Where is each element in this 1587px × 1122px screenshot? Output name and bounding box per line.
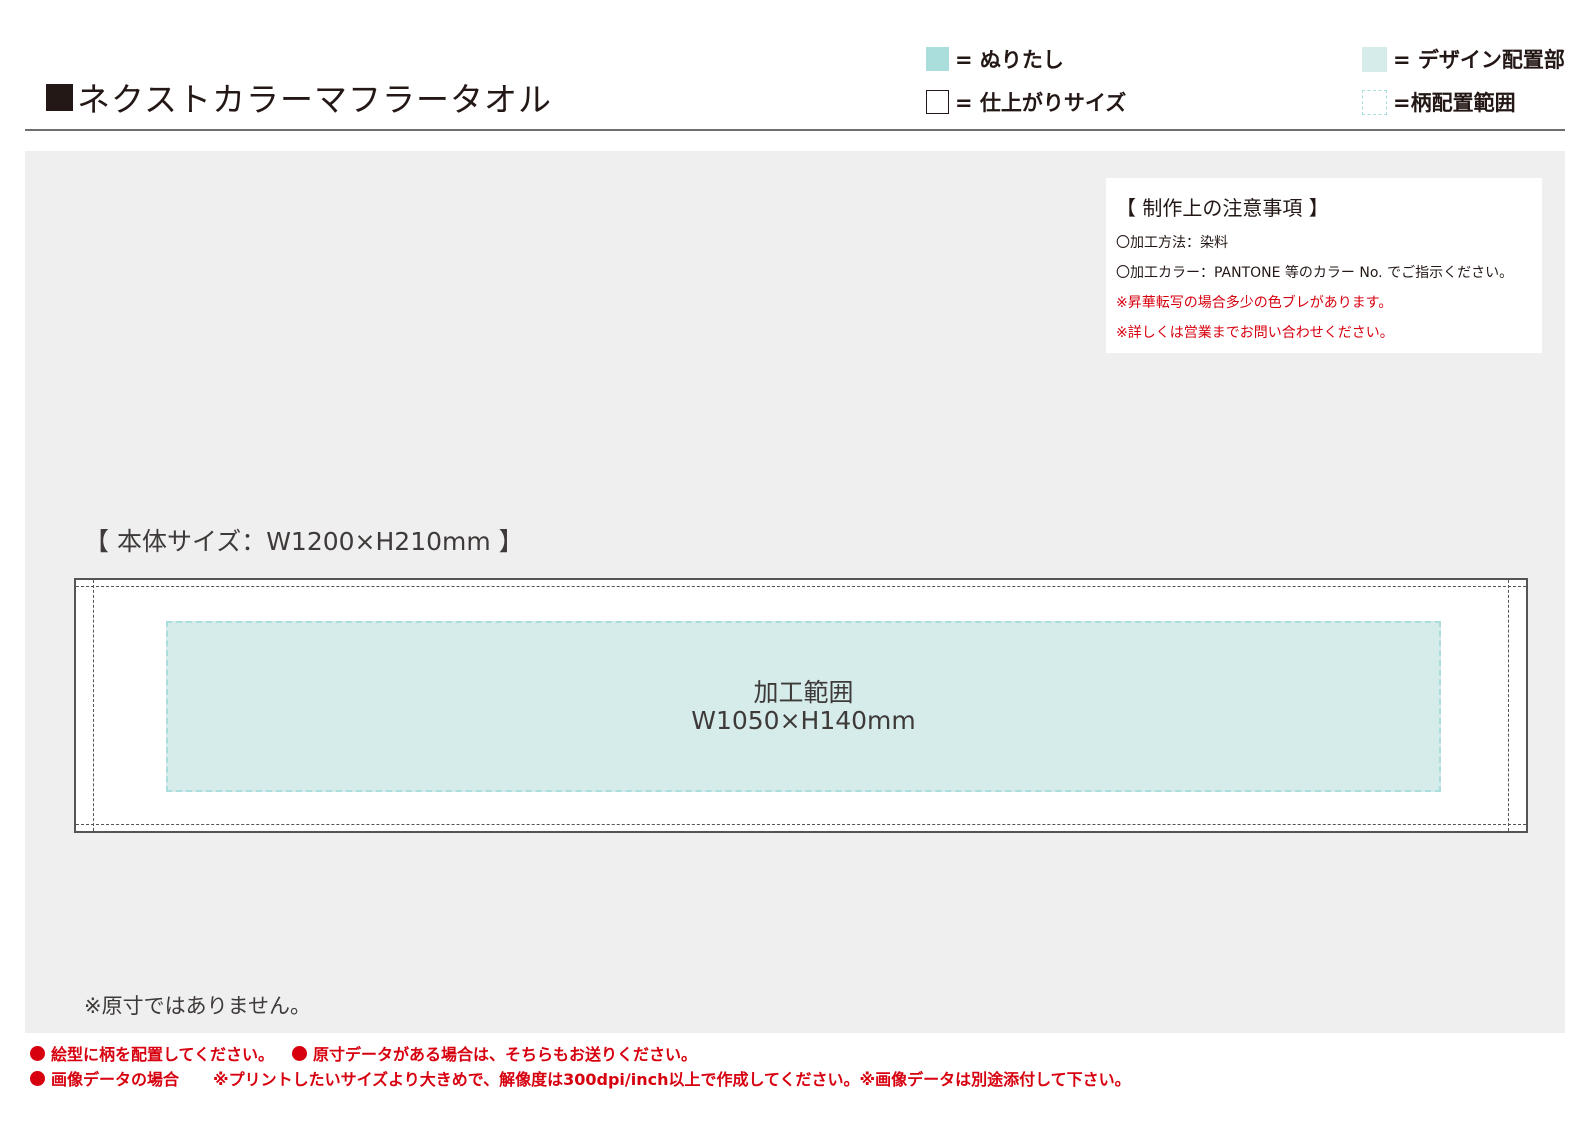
towel-template: 加工範囲 W1050×H140mm: [74, 578, 1528, 833]
bleed-swatch-icon: [926, 47, 949, 71]
bullet-icon: [30, 1045, 45, 1061]
design-part-swatch-icon: [1362, 46, 1387, 72]
notes-warning: ※詳しくは営業までお問い合わせください。: [1116, 325, 1394, 341]
legend-design-part: = デザイン配置部: [1362, 44, 1565, 74]
legend-finish-size: = 仕上がりサイズ: [926, 87, 1126, 117]
notes-warning: ※昇華転写の場合多少の色ブレがあります。: [1116, 295, 1393, 311]
footer-instruction: ※プリントしたいサイズより大きめで、解像度は300dpi/inch以上で作成して…: [213, 1070, 1131, 1089]
bullet-icon: [30, 1070, 45, 1086]
title-square-icon: [46, 83, 73, 111]
design-area-label: 加工範囲: [753, 677, 854, 707]
footer-instruction: 絵型に柄を配置してください。: [51, 1045, 275, 1064]
finish-line-right: [1508, 580, 1509, 831]
header-divider: [25, 129, 1565, 131]
legend-bleed-label: = ぬりたし: [955, 48, 1064, 72]
not-actual-size-note: ※原寸ではありません。: [84, 994, 311, 1018]
footer-instruction: 画像データの場合: [51, 1070, 180, 1089]
finish-line-top: [76, 586, 1526, 587]
notes-heading: 【 制作上の注意事項 】: [1116, 196, 1329, 220]
notes-item: 〇加工方法：染料: [1116, 235, 1228, 251]
legend-bleed: = ぬりたし: [926, 44, 1064, 74]
finish-size-swatch-icon: [926, 90, 949, 114]
finish-line-left: [93, 580, 94, 831]
legend-pattern-area: =柄配置範囲: [1362, 87, 1516, 117]
notes-item: 〇加工カラー：PANTONE 等のカラー No. でご指示ください。: [1116, 265, 1514, 281]
legend-pattern-area-label: =柄配置範囲: [1393, 91, 1516, 115]
footer-line-1: 絵型に柄を配置してください。 原寸データがある場合は、そちらもお送りください。: [30, 1041, 697, 1065]
body-size-label: 【 本体サイズ：W1200×H210mm 】: [84, 527, 524, 556]
page-title: ネクストカラーマフラータオル: [46, 74, 552, 120]
pattern-area-swatch-icon: [1362, 89, 1387, 115]
bullet-icon: [292, 1045, 308, 1061]
footer-instruction: 原寸データがある場合は、そちらもお送りください。: [313, 1045, 698, 1064]
footer-line-2: 画像データの場合 ※プリントしたいサイズより大きめで、解像度は300dpi/in…: [30, 1066, 1131, 1090]
legend-finish-size-label: = 仕上がりサイズ: [955, 91, 1127, 115]
design-area[interactable]: 加工範囲 W1050×H140mm: [166, 621, 1441, 792]
legend-design-part-label: = デザイン配置部: [1393, 48, 1565, 72]
title-text: ネクストカラーマフラータオル: [77, 80, 553, 119]
design-area-size: W1050×H140mm: [691, 705, 916, 735]
production-notes-box: 【 制作上の注意事項 】 〇加工方法：染料 〇加工カラー：PANTONE 等のカ…: [1106, 178, 1542, 353]
finish-line-bottom: [76, 824, 1526, 825]
